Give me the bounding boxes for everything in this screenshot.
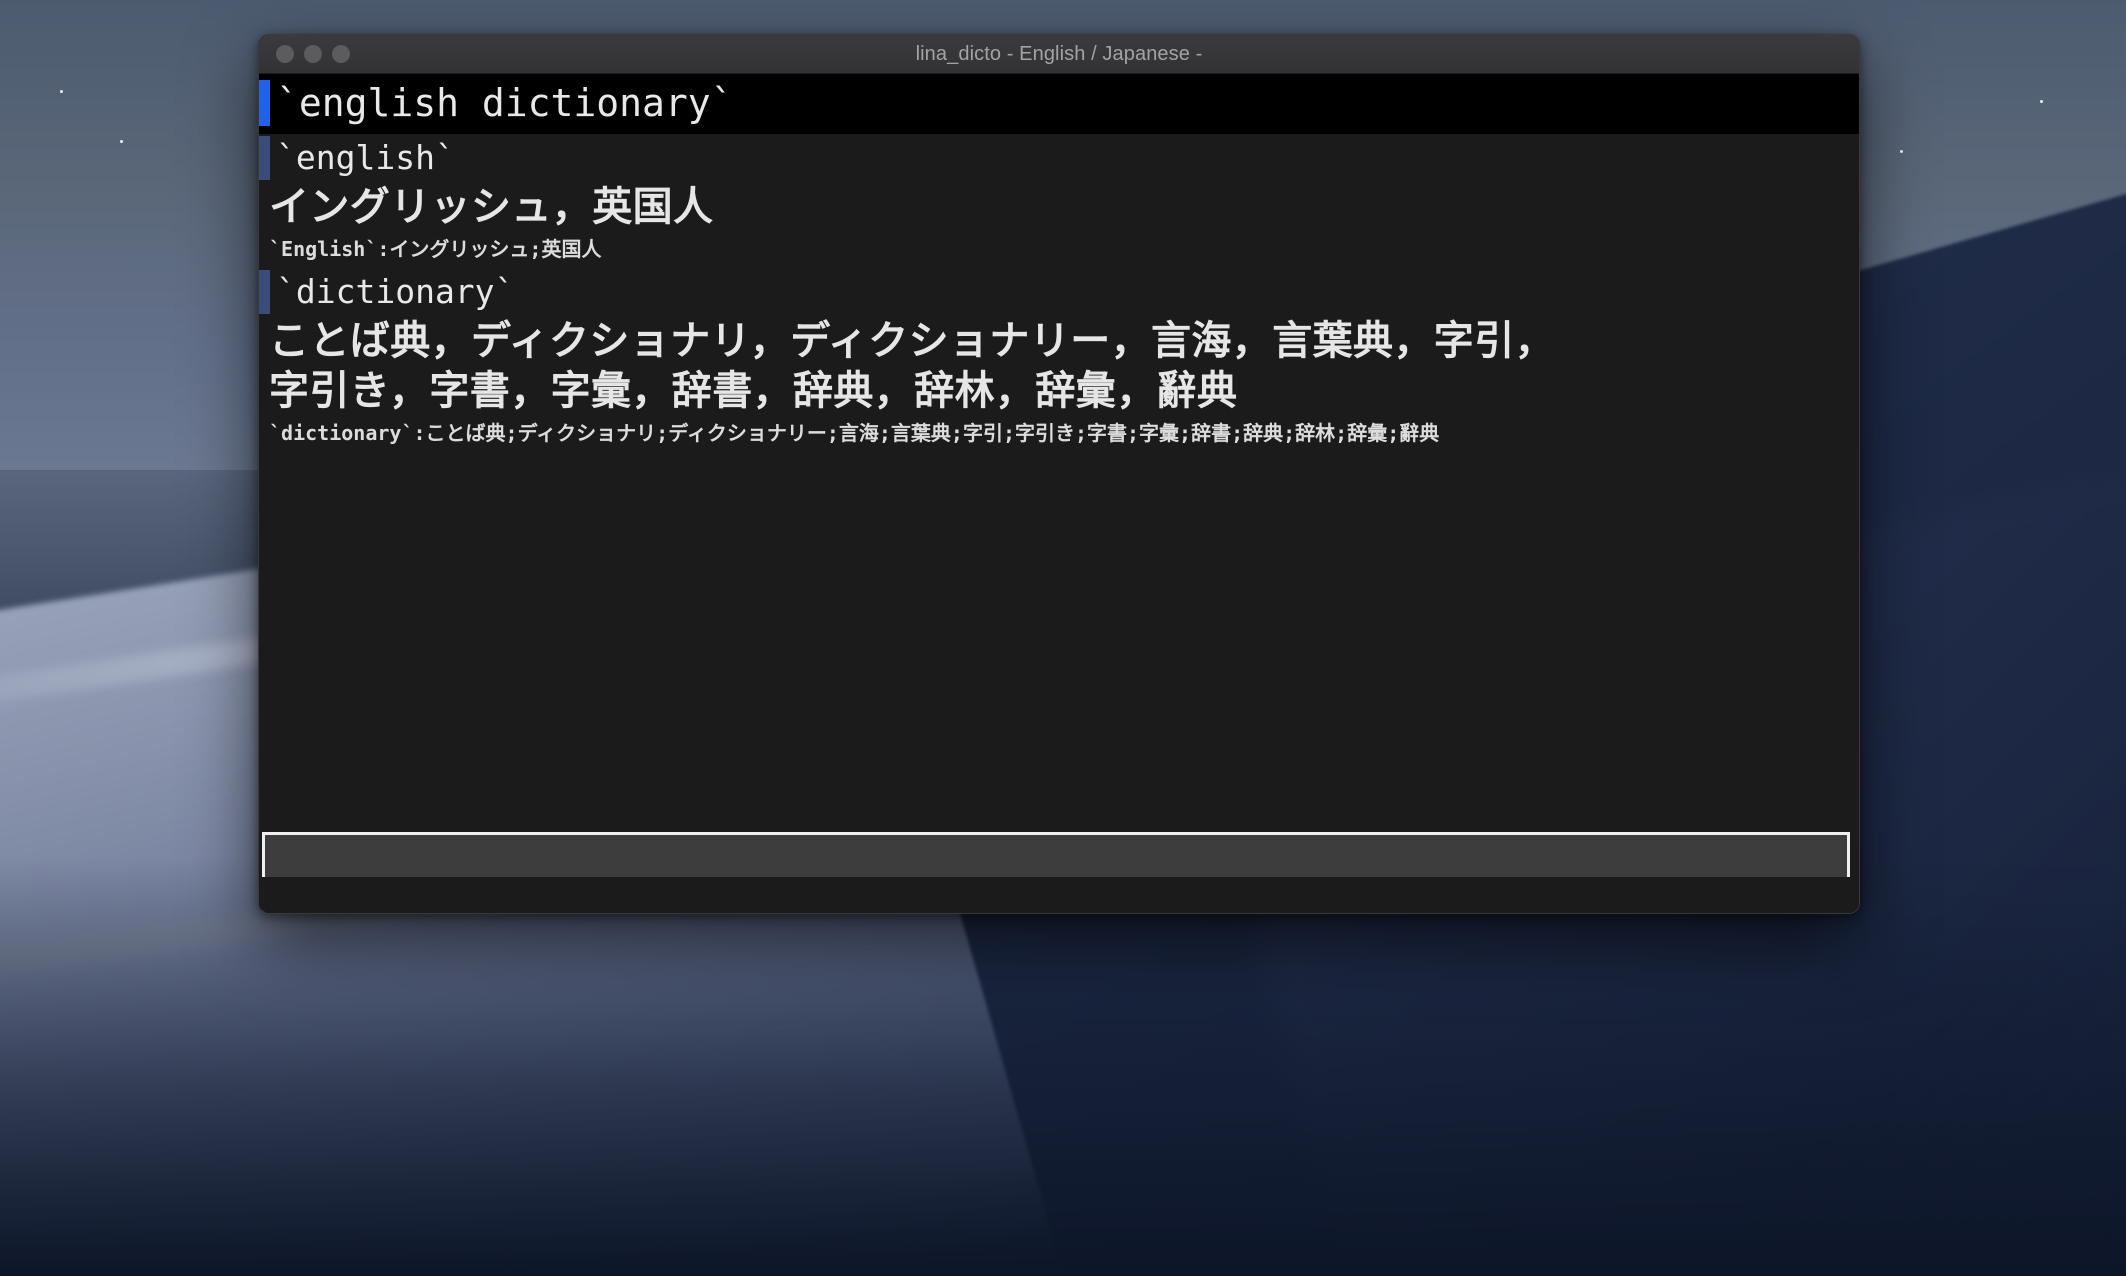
entry-headword-line: `english` xyxy=(259,134,1859,182)
entry-headword-line: `dictionary` xyxy=(259,268,1859,316)
entry-raw-line: `English`:イングリッシュ;英国人 xyxy=(269,237,602,261)
accent-bar-active xyxy=(259,80,270,126)
accent-bar-dim xyxy=(259,270,270,314)
entry-headword: `english` xyxy=(276,138,455,177)
query-echo-row: `english dictionary` xyxy=(259,74,1859,134)
star xyxy=(2040,100,2043,103)
query-echo-text: `english dictionary` xyxy=(276,81,734,125)
window-bottom-fill xyxy=(259,877,1859,913)
wallpaper-vignette xyxy=(0,856,2126,1276)
window-title: lina_dicto - English / Japanese - xyxy=(915,42,1203,65)
window-titlebar[interactable]: lina_dicto - English / Japanese - xyxy=(259,35,1859,74)
entry-raw-line: `dictionary`:ことば典;ディクショナリ;ディクショナリー;言海;言葉… xyxy=(269,421,1440,445)
close-button[interactable] xyxy=(276,45,294,63)
entry-translation-line-1: ことば典，ディクショナリ，ディクショナリー，言海，言葉典，字引， xyxy=(269,318,1555,364)
accent-bar-dim xyxy=(259,136,270,180)
entry-translation-line-2: 字引き，字書，字彙，辞書，辞典，辞林，辞彙，辭典 xyxy=(269,368,1238,414)
dictionary-entry: `english` イングリッシュ，英国人 `English`:イングリッシュ;… xyxy=(259,134,1859,268)
star xyxy=(120,140,123,143)
traffic-light-group xyxy=(276,45,350,63)
dictionary-entry: `dictionary` ことば典，ディクショナリ，ディクショナリー，言海，言葉… xyxy=(259,268,1859,452)
maximize-button[interactable] xyxy=(332,45,350,63)
entry-translation: イングリッシュ，英国人 xyxy=(269,184,714,230)
minimize-button[interactable] xyxy=(304,45,322,63)
terminal-window[interactable]: lina_dicto - English / Japanese - `engli… xyxy=(258,34,1860,914)
entry-headword: `dictionary` xyxy=(276,272,515,311)
query-echo-line: `english dictionary` xyxy=(259,74,1859,134)
star xyxy=(1900,150,1903,153)
terminal-output: `english dictionary` `english` イングリッシュ，英… xyxy=(259,74,1859,822)
star xyxy=(60,90,63,93)
